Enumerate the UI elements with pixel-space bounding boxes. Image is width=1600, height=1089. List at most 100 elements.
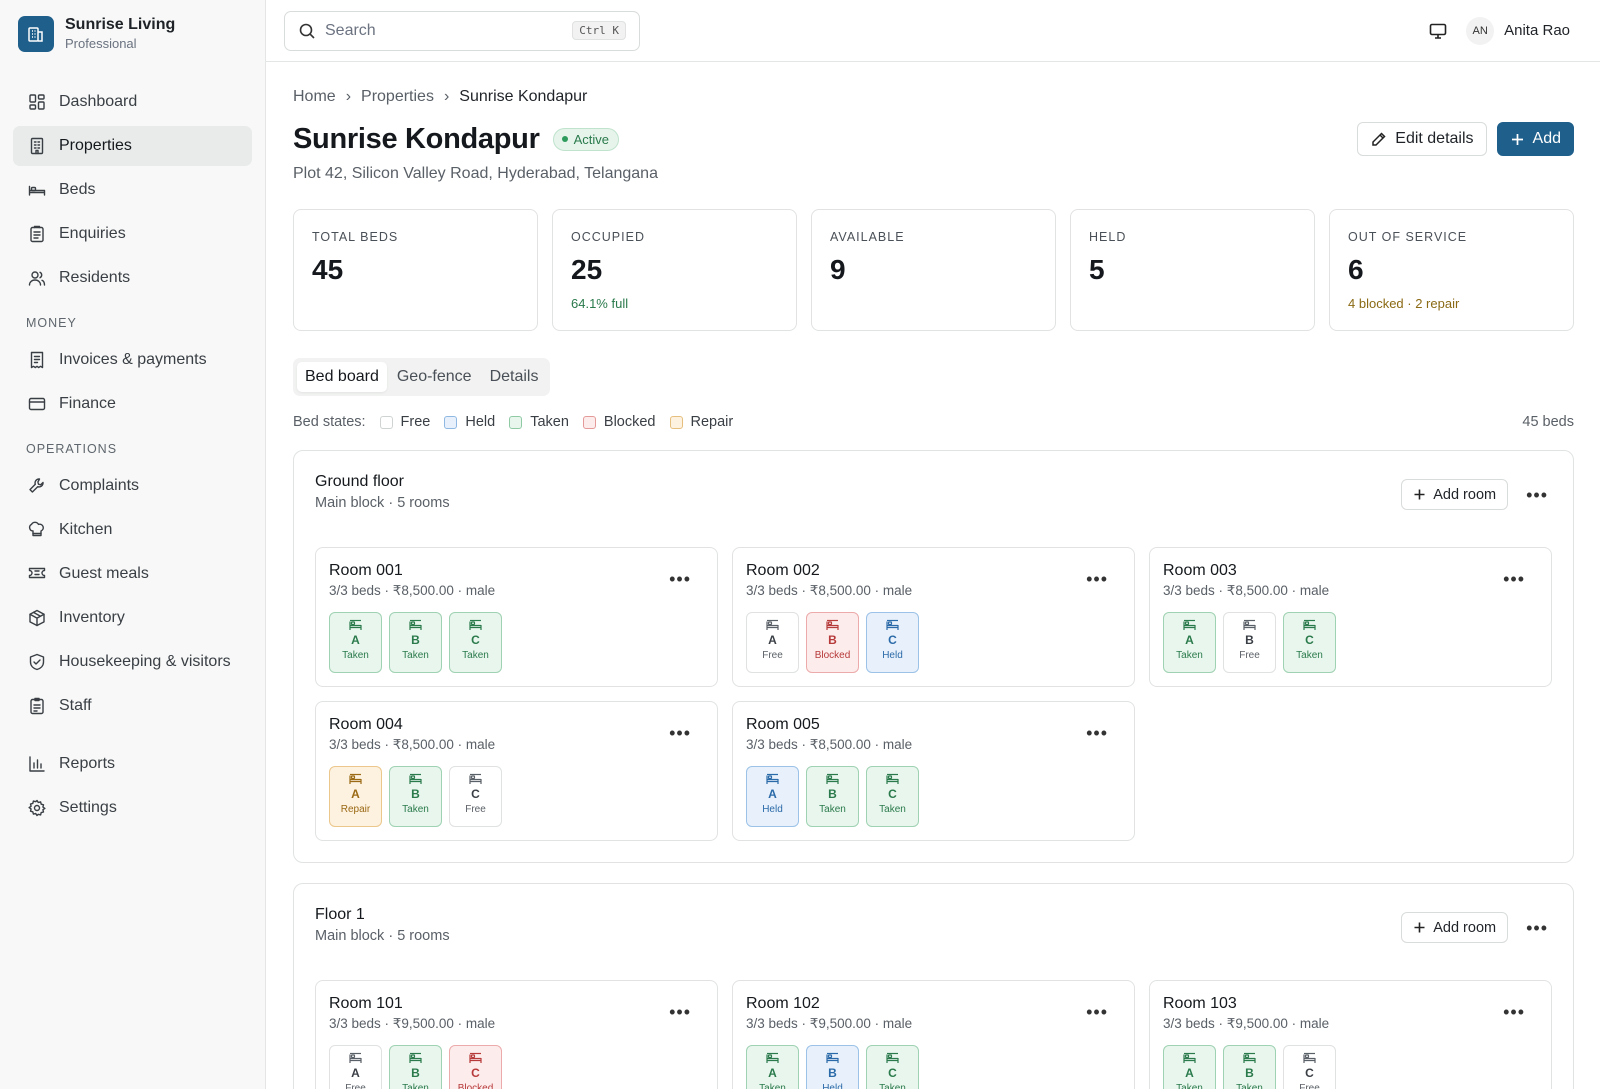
sidebar-item-inventory[interactable]: Inventory <box>13 598 252 638</box>
bed-tile[interactable]: C Free <box>449 766 502 827</box>
breadcrumb-properties[interactable]: Properties <box>361 88 434 106</box>
bed-icon <box>766 1052 779 1063</box>
package-icon <box>29 609 45 627</box>
more-icon[interactable]: ••• <box>1522 919 1552 937</box>
bed-tile[interactable]: A Taken <box>1163 1045 1216 1089</box>
room-name: Room 003 <box>1163 562 1237 579</box>
sidebar-item-finance[interactable]: Finance <box>13 384 252 424</box>
more-icon[interactable]: ••• <box>1499 570 1529 588</box>
main-area: Search Ctrl K AN Anita Rao Home › Proper… <box>266 0 1600 1089</box>
sidebar-item-kitchen[interactable]: Kitchen <box>13 510 252 550</box>
legend-swatch <box>669 415 683 429</box>
bed-tile[interactable]: B Blocked <box>806 612 859 673</box>
building-logo-icon <box>18 16 54 52</box>
dashboard-icon <box>29 94 45 110</box>
bed-tile[interactable]: A Taken <box>746 1045 799 1089</box>
bed-tile[interactable]: C Taken <box>866 766 919 827</box>
stat-value: 25 <box>571 254 603 285</box>
plus-icon <box>1414 489 1425 500</box>
bed-icon <box>886 619 899 630</box>
bed-tile[interactable]: A Repair <box>329 766 382 827</box>
bed-tile[interactable]: B Taken <box>389 612 442 673</box>
stat-card-available: AVAILABLE 9 <box>811 209 1056 331</box>
sidebar-item-invoices-and-payments[interactable]: Invoices & payments <box>13 340 252 380</box>
more-icon[interactable]: ••• <box>665 570 695 588</box>
more-icon[interactable]: ••• <box>1082 570 1112 588</box>
bed-tile[interactable]: B Taken <box>389 1045 442 1089</box>
more-icon[interactable]: ••• <box>665 1003 695 1021</box>
room-card[interactable]: Room 005 3/3 beds · ₹8,500.00 · male ••• A H… <box>732 701 1135 841</box>
bed-icon <box>1183 1052 1196 1063</box>
monitor-icon[interactable] <box>1428 21 1448 41</box>
tab-geo-fence[interactable]: Geo-fence <box>389 362 480 392</box>
bed-tile[interactable]: C Held <box>866 612 919 673</box>
stat-sub: 64.1% full <box>571 296 629 311</box>
more-icon[interactable]: ••• <box>1499 1003 1529 1021</box>
sidebar-item-beds[interactable]: Beds <box>13 170 252 210</box>
room-card[interactable]: Room 003 3/3 beds · ₹8,500.00 · male ••• A T… <box>1149 547 1552 687</box>
sidebar-item-housekeeping-and-visitors[interactable]: Housekeeping & visitors <box>13 642 252 682</box>
legend-swatch <box>582 415 596 429</box>
sidebar-item-guest-meals[interactable]: Guest meals <box>13 554 252 594</box>
add-button[interactable]: Add <box>1496 122 1574 156</box>
add-room-button[interactable]: Add room <box>1401 479 1509 510</box>
tab-bar: Bed board Geo-fence Details <box>293 358 551 396</box>
sidebar-item-enquiries[interactable]: Enquiries <box>13 214 252 254</box>
room-card[interactable]: Room 002 3/3 beds · ₹8,500.00 · male ••• A F… <box>732 547 1135 687</box>
room-card[interactable]: Room 101 3/3 beds · ₹9,500.00 · male ••• A F… <box>315 980 718 1089</box>
bed-tile[interactable]: B Taken <box>806 766 859 827</box>
bed-tile[interactable]: C Free <box>1283 1045 1336 1089</box>
sidebar-item-residents[interactable]: Residents <box>13 258 252 298</box>
bed-state: Taken <box>462 650 489 661</box>
room-card[interactable]: Room 103 3/3 beds · ₹9,500.00 · male ••• A T… <box>1149 980 1552 1089</box>
bed-icon <box>826 619 839 630</box>
bed-tile[interactable]: C Taken <box>449 612 502 673</box>
bed-tile[interactable]: C Blocked <box>449 1045 502 1089</box>
sidebar-item-dashboard[interactable]: Dashboard <box>13 82 252 122</box>
ticket-icon <box>28 567 46 579</box>
breadcrumb-home[interactable]: Home <box>293 88 336 106</box>
bed-tile[interactable]: C Taken <box>1283 612 1336 673</box>
tab-details[interactable]: Details <box>482 362 547 392</box>
bed-tile[interactable]: B Taken <box>389 766 442 827</box>
stat-card-out-of-service: OUT OF SERVICE 6 4 blocked · 2 repair <box>1329 209 1574 331</box>
bed-letter: C <box>1305 1066 1314 1080</box>
bed-tile[interactable]: A Free <box>329 1045 382 1089</box>
pencil-icon <box>1372 131 1386 146</box>
bed-count: 45 beds <box>1522 414 1574 430</box>
page-content: Home › Properties › Sunrise Kondapur Sun… <box>266 62 1600 1089</box>
edit-details-button[interactable]: Edit details <box>1357 122 1487 156</box>
sidebar-item-complaints[interactable]: Complaints <box>13 466 252 506</box>
tab-bed-board[interactable]: Bed board <box>297 362 387 392</box>
bed-tile[interactable]: B Held <box>806 1045 859 1089</box>
bed-letter: B <box>828 1066 837 1080</box>
more-icon[interactable]: ••• <box>1082 1003 1112 1021</box>
more-icon[interactable]: ••• <box>665 724 695 742</box>
sidebar-item-settings[interactable]: Settings <box>13 788 252 828</box>
bed-tile[interactable]: A Free <box>746 612 799 673</box>
room-subtitle: 3/3 beds · ₹8,500.00 · male <box>1163 583 1330 598</box>
sidebar-item-reports[interactable]: Reports <box>13 744 252 784</box>
bed-icon <box>469 1052 482 1063</box>
sidebar-item-properties[interactable]: Properties <box>13 126 252 166</box>
bed-tile[interactable]: A Taken <box>1163 612 1216 673</box>
add-room-button[interactable]: Add room <box>1401 912 1509 943</box>
more-icon[interactable]: ••• <box>1082 724 1112 742</box>
legend-item-held: Held <box>444 414 495 430</box>
bed-tile[interactable]: B Free <box>1223 612 1276 673</box>
brand[interactable]: Sunrise Living Professional <box>13 0 252 68</box>
bed-tile[interactable]: A Held <box>746 766 799 827</box>
bed-tile[interactable]: A Taken <box>329 612 382 673</box>
bed-tile[interactable]: B Taken <box>1223 1045 1276 1089</box>
bed-icon <box>766 773 779 784</box>
bed-tile[interactable]: C Taken <box>866 1045 919 1089</box>
sidebar-item-staff[interactable]: Staff <box>13 686 252 726</box>
user-menu[interactable]: AN Anita Rao <box>1466 16 1570 45</box>
room-name: Room 005 <box>746 716 820 733</box>
more-icon[interactable]: ••• <box>1522 486 1552 504</box>
room-card[interactable]: Room 001 3/3 beds · ₹8,500.00 · male ••• A T… <box>315 547 718 687</box>
room-card[interactable]: Room 102 3/3 beds · ₹9,500.00 · male ••• A T… <box>732 980 1135 1089</box>
room-card[interactable]: Room 004 3/3 beds · ₹8,500.00 · male ••• A R… <box>315 701 718 841</box>
search-input[interactable]: Search Ctrl K <box>284 10 640 51</box>
add-room-label: Add room <box>1433 919 1497 936</box>
